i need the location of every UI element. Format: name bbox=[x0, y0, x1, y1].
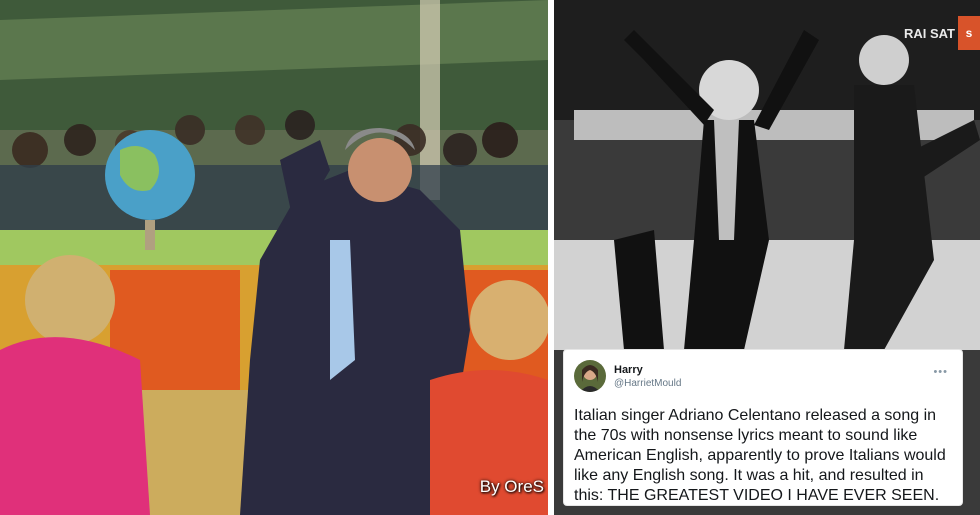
author-handle[interactable]: @HarrietMould bbox=[614, 377, 681, 390]
tweet-card[interactable]: Harry @HarrietMould ••• Italian singer A… bbox=[564, 350, 962, 505]
avatar-image bbox=[574, 360, 606, 392]
channel-logo-text: RAI SAT bbox=[903, 25, 955, 41]
channel-badge: s bbox=[958, 16, 980, 50]
tweet-author: Harry @HarrietMould bbox=[614, 363, 681, 390]
tweet-text: Italian singer Adriano Celentano release… bbox=[574, 407, 946, 504]
channel-logo: RAI SAT s bbox=[904, 16, 980, 50]
showman-scene-image bbox=[0, 0, 548, 515]
author-name[interactable]: Harry bbox=[614, 363, 681, 377]
video-watermark: By OreS bbox=[479, 477, 544, 496]
more-options-icon[interactable]: ••• bbox=[933, 366, 948, 378]
left-photo: By OreS bbox=[0, 0, 548, 515]
avatar[interactable] bbox=[574, 360, 606, 392]
tweet-header: Harry @HarrietMould ••• bbox=[574, 358, 952, 394]
